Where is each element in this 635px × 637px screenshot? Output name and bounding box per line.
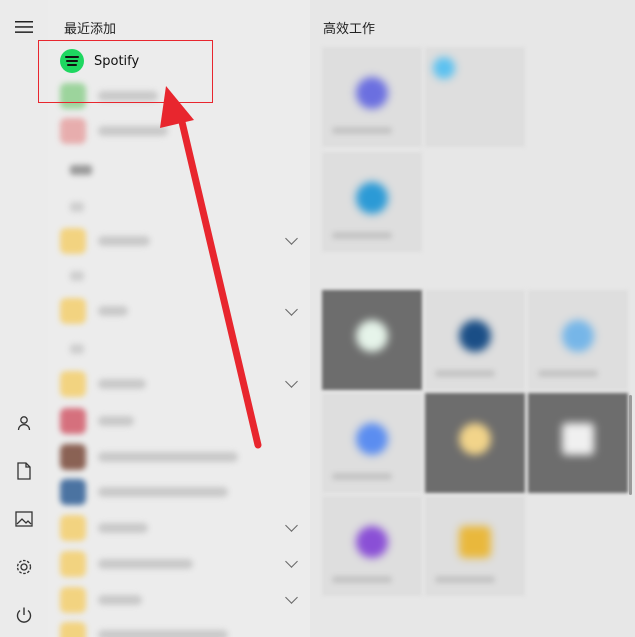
list-item[interactable]: [60, 367, 300, 401]
list-item[interactable]: [60, 547, 300, 581]
list-item[interactable]: [60, 440, 300, 474]
app-tile[interactable]: [322, 290, 422, 390]
list-item[interactable]: [60, 404, 300, 438]
user-icon[interactable]: [12, 411, 36, 435]
app-tile[interactable]: [322, 152, 422, 252]
highlight-box: [38, 40, 213, 103]
tile-group-title: 高效工作: [323, 22, 376, 37]
list-item[interactable]: [60, 618, 300, 637]
app-tile[interactable]: [425, 393, 525, 493]
list-item[interactable]: [60, 511, 300, 545]
app-tile[interactable]: [425, 290, 525, 390]
hamburger-menu-icon[interactable]: [12, 15, 36, 39]
recently-added-title: 最近添加: [64, 22, 117, 37]
list-item[interactable]: [60, 294, 300, 328]
app-tile[interactable]: [425, 496, 525, 596]
power-icon[interactable]: [12, 603, 36, 627]
document-icon[interactable]: [12, 459, 36, 483]
app-tile[interactable]: [528, 393, 628, 493]
list-item[interactable]: [60, 224, 300, 258]
app-tile[interactable]: [528, 290, 628, 390]
list-item[interactable]: [60, 475, 300, 509]
app-tile[interactable]: [322, 393, 422, 493]
app-tile[interactable]: [425, 47, 525, 147]
list-item[interactable]: [60, 114, 300, 148]
tiles-panel: 高效工作: [310, 0, 635, 637]
list-item[interactable]: [60, 583, 300, 617]
list-letter-header[interactable]: [70, 165, 92, 175]
settings-gear-icon[interactable]: [12, 555, 36, 579]
app-tile[interactable]: [322, 496, 422, 596]
list-letter-header[interactable]: [70, 344, 84, 354]
list-letter-header[interactable]: [70, 271, 84, 281]
list-letter-header[interactable]: [70, 202, 84, 212]
scrollbar[interactable]: [629, 395, 632, 495]
app-tile[interactable]: [322, 47, 422, 147]
pictures-icon[interactable]: [12, 507, 36, 531]
